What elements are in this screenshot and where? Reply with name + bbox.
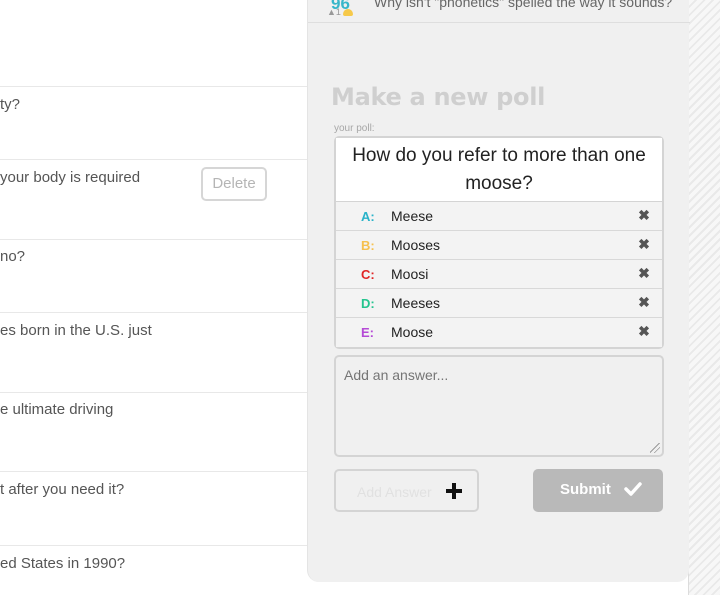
- list-item[interactable]: t after you need it?: [0, 472, 307, 546]
- answer-letter: D:: [361, 296, 375, 311]
- list-item[interactable]: e ultimate driving: [0, 393, 307, 472]
- submit-button[interactable]: Submit: [533, 469, 663, 512]
- close-icon[interactable]: ✖: [637, 208, 651, 222]
- list-item[interactable]: ed States in 1990?: [0, 546, 307, 595]
- answer-row: C: Moosi ✖: [336, 260, 662, 289]
- answer-letter: E:: [361, 325, 374, 340]
- add-answer-label: Add Answer: [357, 484, 432, 500]
- vote-meta-text: ▲1: [327, 7, 341, 17]
- submit-label: Submit: [560, 481, 611, 498]
- list-item[interactable]: es born in the U.S. just: [0, 313, 307, 393]
- answer-row: B: Mooses ✖: [336, 231, 662, 260]
- poll-preview: How do you refer to more than one moose?…: [334, 136, 664, 349]
- poll-question-text: Why isn't "phonetics" spelled the way it…: [374, 0, 673, 10]
- vote-meta: ▲1: [327, 7, 353, 17]
- close-icon[interactable]: ✖: [637, 266, 651, 280]
- question-text: e ultimate driving: [0, 401, 114, 418]
- question-text: ty?: [0, 96, 21, 113]
- answer-text: Mooses: [391, 237, 441, 253]
- list-item[interactable]: no?: [0, 240, 307, 313]
- close-icon[interactable]: ✖: [637, 237, 651, 251]
- question-text: t after you need it?: [0, 481, 125, 498]
- question-list: ty? your body is required no? es born in…: [0, 0, 307, 595]
- answer-text: Meese: [391, 208, 434, 224]
- poll-question[interactable]: How do you refer to more than one moose?: [336, 138, 662, 202]
- new-poll-panel: 96 Why isn't "phonetics" spelled the way…: [307, 0, 690, 582]
- answer-letter: B:: [361, 238, 375, 253]
- close-icon[interactable]: ✖: [637, 324, 651, 338]
- answer-row: E: Moose ✖: [336, 318, 662, 347]
- answer-text: Moose: [391, 324, 434, 340]
- answer-text: Moosi: [391, 266, 429, 282]
- add-answer-input[interactable]: [334, 355, 664, 457]
- answer-row: D: Meeses ✖: [336, 289, 662, 318]
- answer-text: Meeses: [391, 295, 441, 311]
- question-text: your body is required: [0, 169, 141, 186]
- plus-icon: [446, 483, 462, 499]
- list-item[interactable]: ty?: [0, 87, 307, 160]
- resize-handle[interactable]: [650, 443, 660, 453]
- question-text: no?: [0, 248, 26, 265]
- panel-title: Make a new poll: [331, 83, 546, 111]
- your-poll-label: your poll:: [334, 123, 375, 134]
- question-text: es born in the U.S. just: [0, 322, 152, 339]
- answer-letter: C:: [361, 267, 375, 282]
- cloud-icon: [342, 9, 353, 17]
- question-text: ed States in 1990?: [0, 555, 126, 572]
- check-icon: [624, 482, 642, 496]
- delete-button[interactable]: Delete: [201, 167, 267, 201]
- answer-row: A: Meese ✖: [336, 202, 662, 231]
- poll-list-item[interactable]: 96 Why isn't "phonetics" spelled the way…: [308, 0, 690, 23]
- answer-letter: A:: [361, 209, 375, 224]
- list-item[interactable]: [0, 0, 307, 87]
- add-answer-button[interactable]: Add Answer: [334, 469, 479, 512]
- close-icon[interactable]: ✖: [637, 295, 651, 309]
- page-gutter: [688, 0, 720, 595]
